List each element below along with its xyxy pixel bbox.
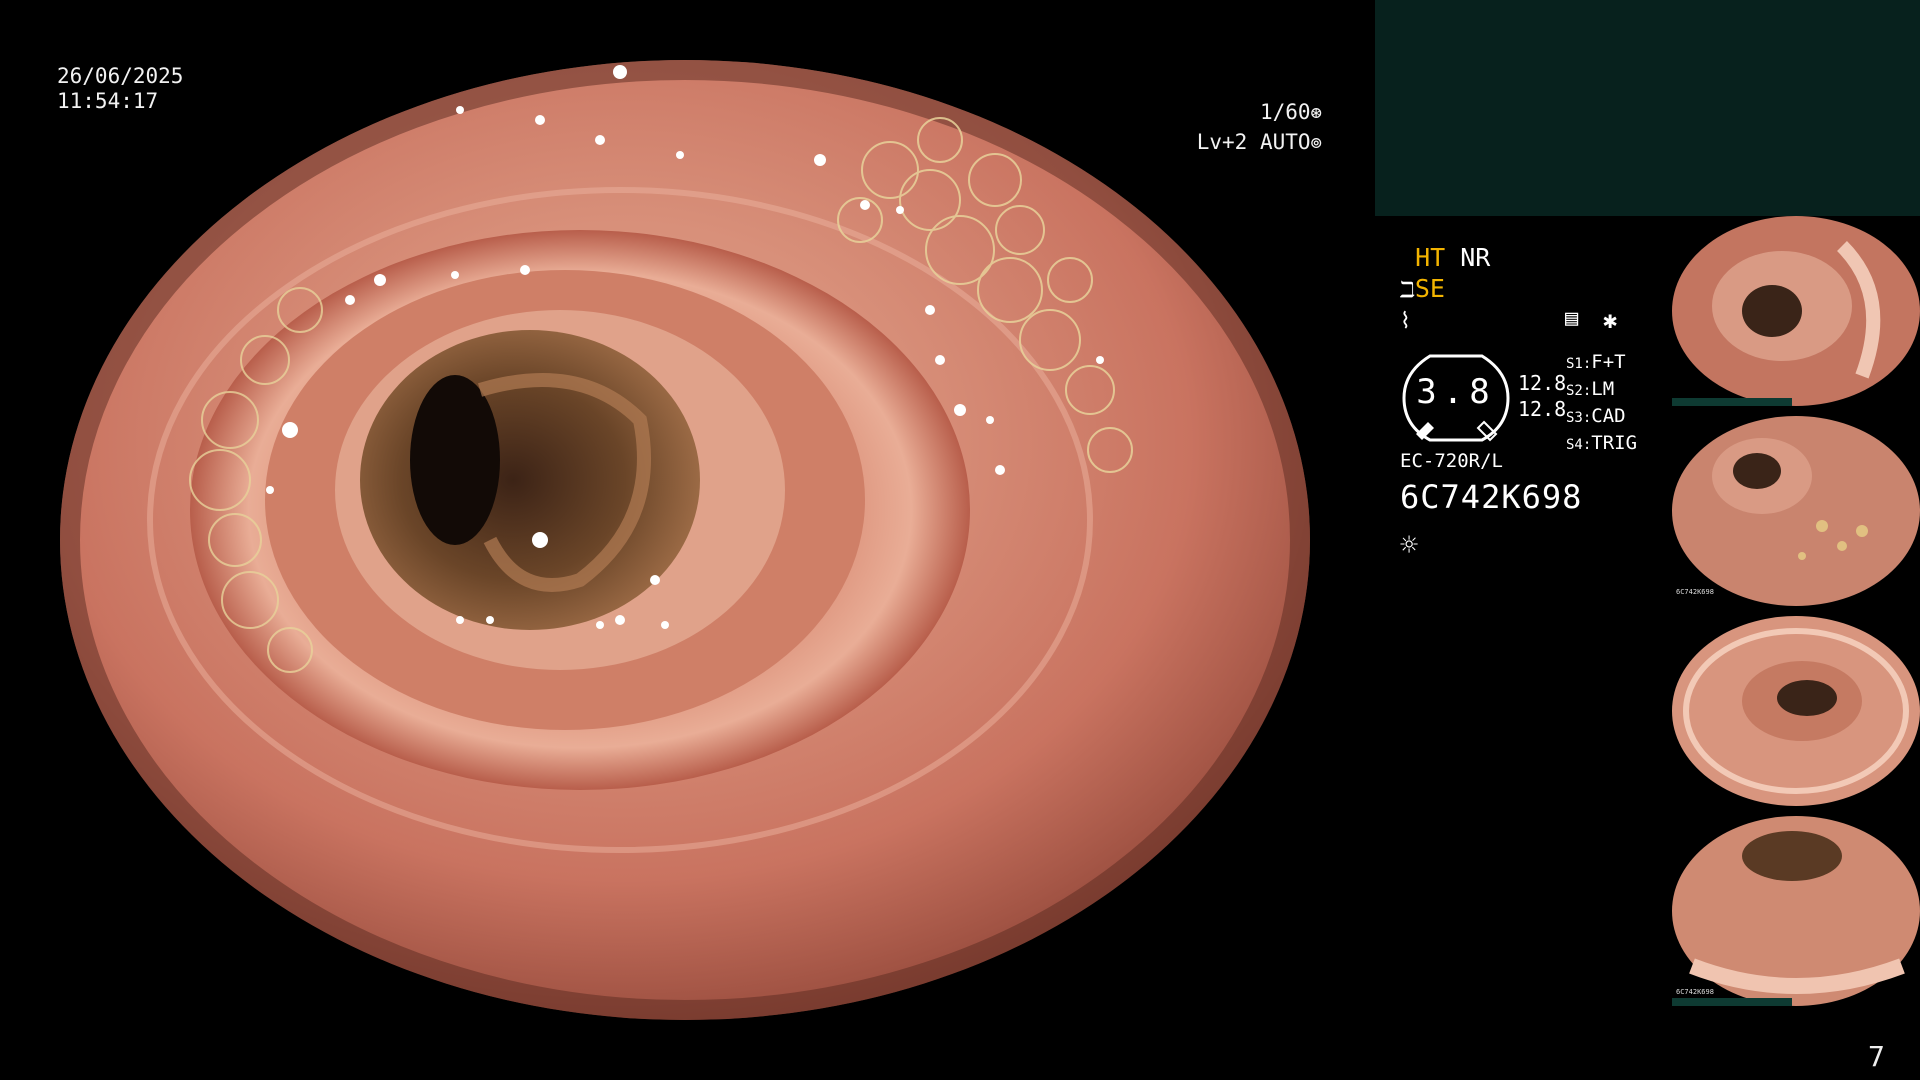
gauge-number-1: 12.8 bbox=[1518, 371, 1567, 395]
shutter-text: 1/60 bbox=[1259, 100, 1311, 124]
shutter-icon: ⊛ bbox=[1310, 102, 1322, 124]
switch-s3: S3:CAD bbox=[1566, 405, 1626, 427]
switch-s4: S4:TRIG bbox=[1566, 432, 1638, 454]
light-source-icon: ☼ bbox=[1400, 528, 1419, 563]
gauge-value: 3.8 bbox=[1416, 372, 1496, 412]
nr-label: NR bbox=[1460, 243, 1491, 272]
capture-thumbnail[interactable]: 6C742K698 bbox=[1672, 416, 1920, 606]
se-label: SE bbox=[1414, 274, 1445, 303]
level-text: Lv+2 AUTO bbox=[1196, 130, 1311, 154]
switch-s2: S2:LM bbox=[1566, 378, 1615, 400]
mode-status: HT NR ℶSE ⌇ bbox=[1400, 242, 1490, 337]
ht-label: HT bbox=[1415, 243, 1446, 272]
star-icon: ✱ bbox=[1603, 306, 1618, 334]
structure-enhance-icon: ℶ bbox=[1400, 278, 1415, 303]
exposure-overlay: 1/60⊛ Lv+2 AUTO⊚ bbox=[1182, 98, 1322, 158]
gauge-number-2: 12.8 bbox=[1518, 397, 1567, 421]
info-panel bbox=[1375, 0, 1920, 216]
date-text: 26/06/2025 bbox=[57, 64, 184, 88]
scope-serial: 6C742K698 bbox=[1400, 478, 1583, 516]
thumbnail-serial: 6C742K698 bbox=[1676, 988, 1714, 996]
scope-model: EC-720R/L bbox=[1400, 450, 1503, 472]
thumbnail-bar bbox=[1672, 398, 1792, 406]
time-text: 11:54:17 bbox=[57, 89, 159, 113]
scope-switch-list: S1:F+T S2:LM S3:CAD S4:TRIG bbox=[1566, 350, 1637, 458]
switch-s1: S1:F+T bbox=[1566, 351, 1626, 373]
record-icon: ▤ bbox=[1565, 306, 1579, 331]
capture-thumbnail[interactable] bbox=[1672, 616, 1920, 806]
capture-thumbnail[interactable]: 6C742K698 bbox=[1672, 816, 1920, 1006]
date-time-overlay: 26/06/2025 11:54:17 bbox=[57, 64, 183, 114]
auto-iris-icon: ⊚ bbox=[1310, 132, 1322, 154]
flash-icon: ⌇ bbox=[1400, 309, 1411, 334]
gauge-numbers: 12.8 12.8 bbox=[1518, 370, 1566, 422]
capture-thumbnail[interactable] bbox=[1672, 216, 1920, 406]
endoscope-view bbox=[60, 60, 1310, 1020]
page-number: 7 bbox=[1868, 1040, 1885, 1073]
thumbnail-serial: 6C742K698 bbox=[1676, 588, 1714, 596]
thumbnail-bar bbox=[1672, 998, 1792, 1006]
